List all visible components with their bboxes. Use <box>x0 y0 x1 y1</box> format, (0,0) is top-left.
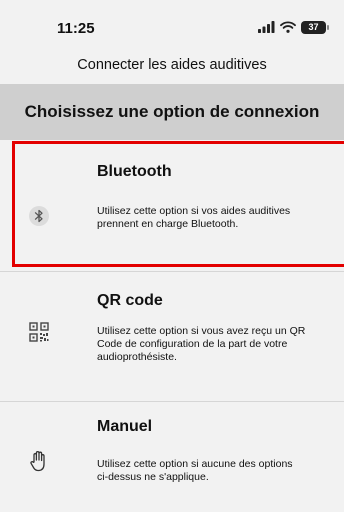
option-qr-code[interactable]: QR code Utilisez cette option si vous av… <box>0 272 344 400</box>
page-title: Connecter les aides auditives <box>77 57 267 73</box>
status-icons: 37 <box>258 19 329 35</box>
status-time: 11:25 <box>57 20 95 37</box>
battery-icon: 37 <box>301 20 329 34</box>
option-title: Manuel <box>97 418 153 435</box>
option-title: QR code <box>97 292 163 309</box>
hand-icon <box>28 450 50 472</box>
highlight-box <box>12 141 344 267</box>
option-description: Utilisez cette option si aucune des opti… <box>97 458 293 483</box>
status-bar: 11:25 37 <box>0 0 344 50</box>
option-description: Utilisez cette option si vous avez reçu … <box>97 325 306 363</box>
option-manual[interactable]: Manuel Utilisez cette option si aucune d… <box>0 402 344 512</box>
signal-icon <box>258 21 275 33</box>
wifi-icon <box>280 21 296 33</box>
battery-level: 37 <box>308 22 319 32</box>
qr-code-icon <box>28 321 50 343</box>
section-title: Choisissez une option de connexion <box>24 102 320 121</box>
section-header: Choisissez une option de connexion <box>0 84 344 140</box>
